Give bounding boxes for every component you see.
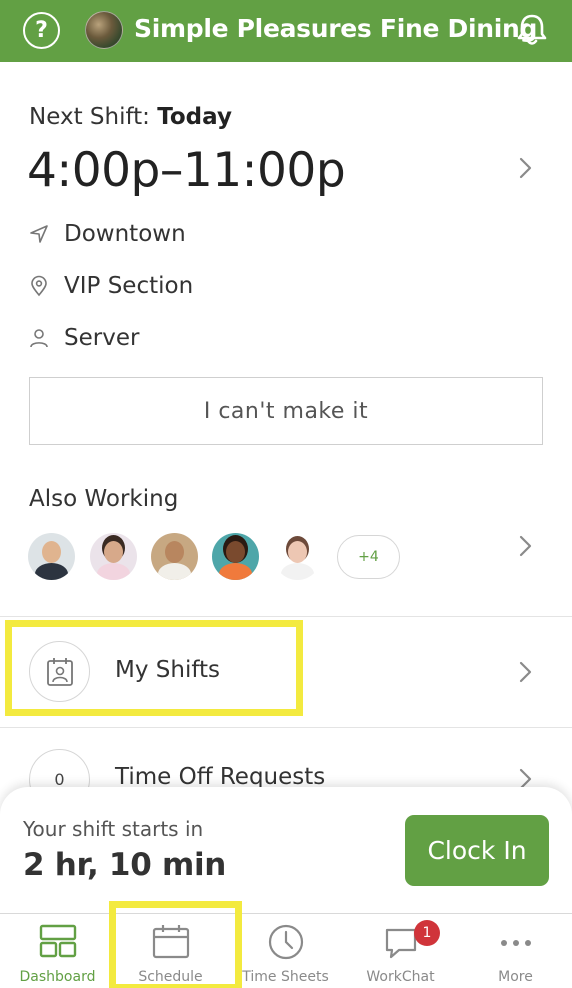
next-shift-prefix: Next Shift: — [29, 104, 150, 130]
coworker-avatar[interactable] — [28, 533, 75, 580]
map-pin-icon — [31, 275, 47, 297]
bell-icon[interactable] — [512, 10, 552, 50]
tab-schedule[interactable]: Schedule — [113, 913, 228, 988]
also-working-title: Also Working — [29, 486, 179, 512]
my-shifts-icon-circle[interactable] — [29, 641, 90, 702]
more-dots-icon — [500, 940, 531, 946]
next-shift-day: Today — [157, 104, 232, 130]
tab-schedule-label: Schedule — [138, 969, 203, 985]
my-shifts-label[interactable]: My Shifts — [115, 657, 220, 683]
also-working-chevron-icon[interactable] — [515, 534, 535, 558]
tab-more-label: More — [498, 969, 533, 985]
my-shifts-chevron-icon[interactable] — [515, 660, 535, 684]
divider — [0, 616, 572, 617]
cant-make-it-button[interactable]: I can't make it — [29, 377, 543, 445]
next-shift-label: Next Shift: Today — [29, 104, 232, 130]
tab-workchat-label: WorkChat — [366, 969, 435, 985]
clock-in-button[interactable]: Clock In — [405, 815, 549, 886]
shift-starts-caption: Your shift starts in — [23, 817, 204, 841]
venue-avatar[interactable] — [85, 11, 123, 49]
more-coworkers-pill[interactable]: +4 — [337, 535, 400, 579]
tab-time-sheets-label: Time Sheets — [242, 969, 329, 985]
shift-role-row: Server — [28, 322, 139, 354]
shift-section-row: VIP Section — [28, 270, 193, 302]
tab-time-sheets[interactable]: Time Sheets — [228, 913, 343, 988]
shift-role: Server — [64, 325, 140, 351]
person-icon — [30, 329, 48, 348]
coworker-avatar[interactable] — [151, 533, 198, 580]
shift-location: Downtown — [64, 221, 186, 247]
workchat-unread-badge: 1 — [414, 920, 440, 946]
shift-location-row: Downtown — [28, 218, 186, 250]
coworker-avatar[interactable] — [212, 533, 259, 580]
app-header: ? Simple Pleasures Fine Dining — [0, 0, 572, 62]
dashboard-icon — [39, 924, 76, 958]
tab-dashboard-label: Dashboard — [19, 969, 96, 985]
navigation-arrow-icon — [30, 225, 48, 243]
shift-time-range[interactable]: 4:00p–11:00p — [27, 143, 346, 198]
tab-workchat[interactable]: WorkChat — [343, 913, 458, 988]
shift-section: VIP Section — [64, 273, 194, 299]
shift-countdown: 2 hr, 10 min — [23, 847, 227, 883]
tab-more[interactable]: More — [458, 913, 572, 988]
tab-dashboard[interactable]: Dashboard — [0, 913, 115, 988]
shift-badge-icon — [46, 657, 73, 686]
coworker-avatar[interactable] — [90, 533, 137, 580]
help-icon[interactable]: ? — [23, 12, 60, 49]
venue-name[interactable]: Simple Pleasures Fine Dining — [134, 14, 537, 43]
divider — [0, 727, 572, 728]
shift-details-chevron-icon[interactable] — [515, 156, 535, 180]
clock-icon — [268, 924, 303, 960]
calendar-icon — [152, 925, 189, 959]
coworker-avatar[interactable] — [274, 533, 321, 580]
